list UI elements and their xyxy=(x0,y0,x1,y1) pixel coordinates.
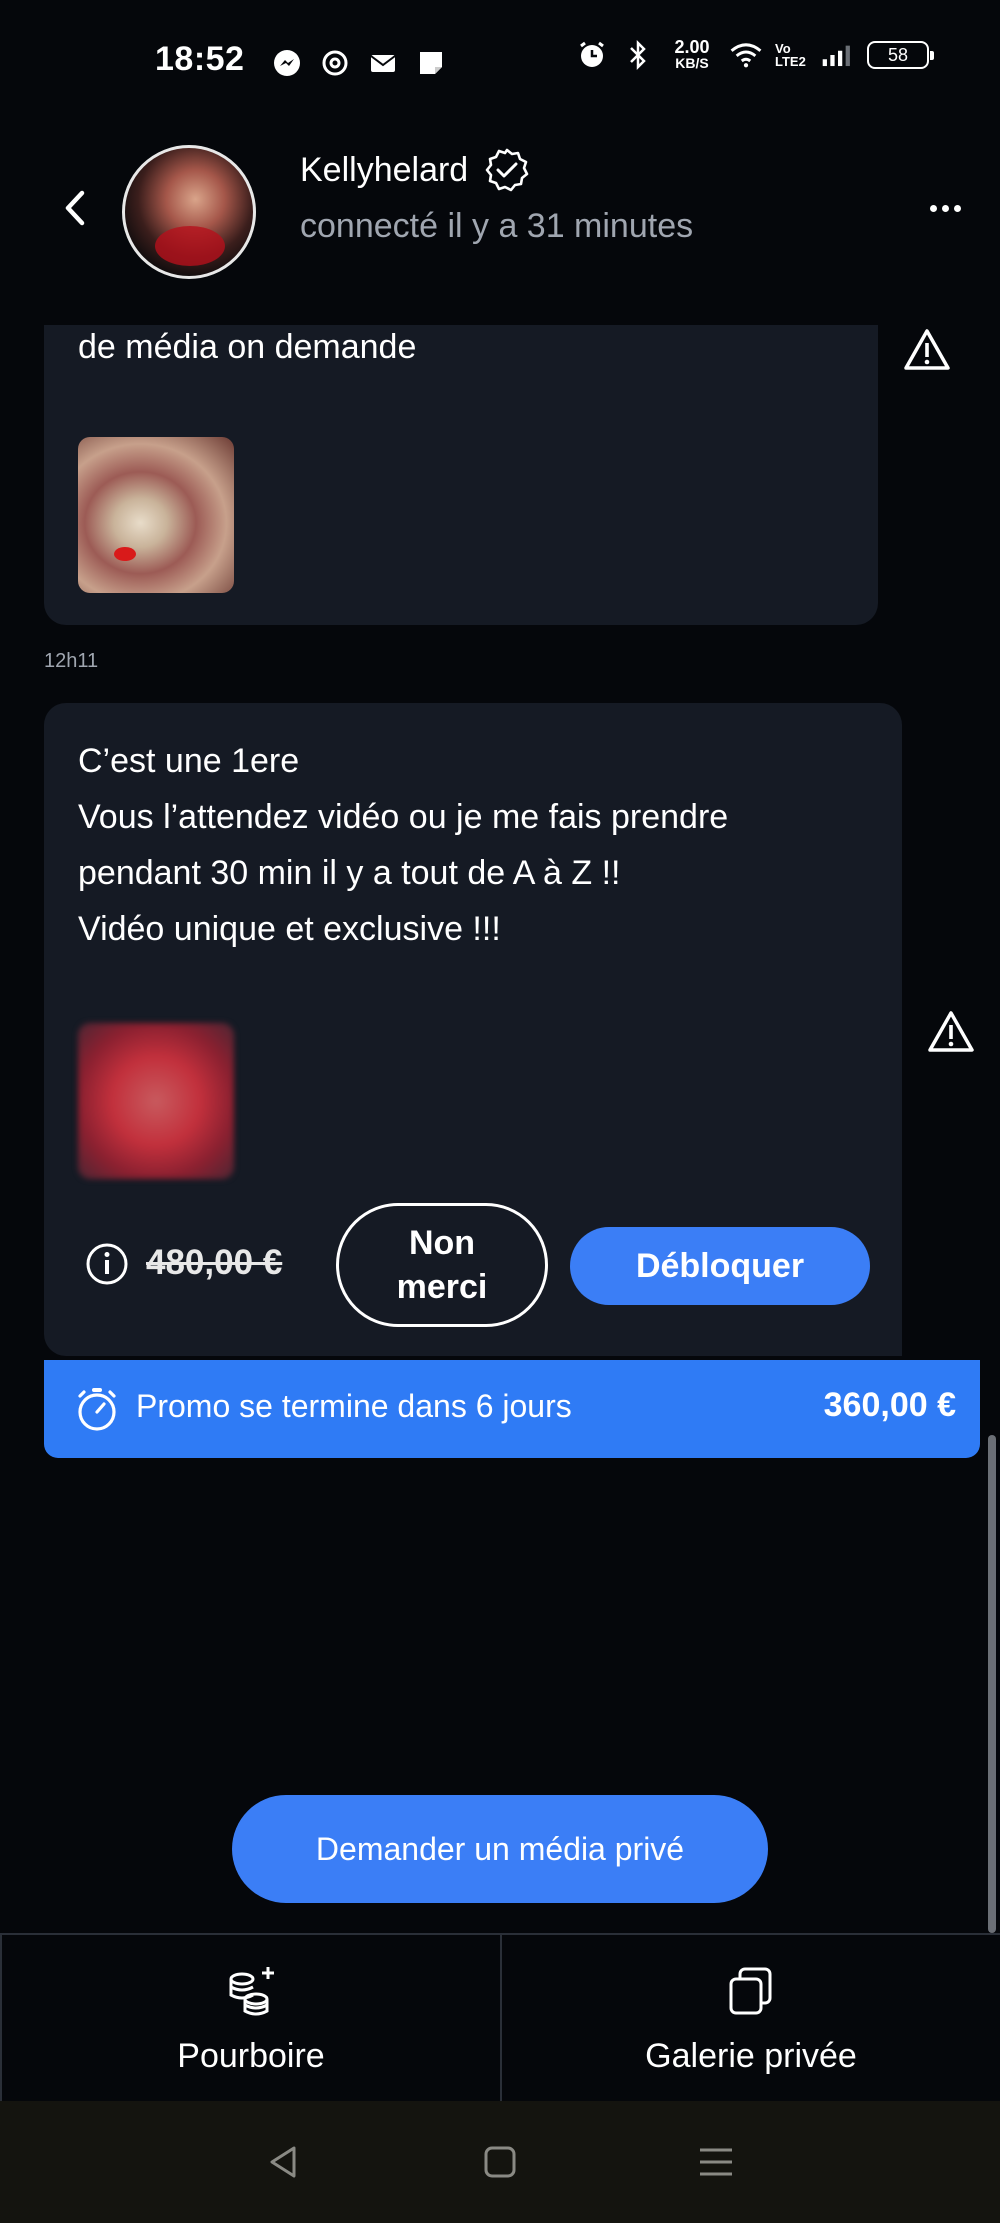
promo-price: 360,00 € xyxy=(823,1386,956,1424)
original-price: 480,00 € xyxy=(146,1243,283,1282)
username-row[interactable]: Kellyhelard xyxy=(300,147,530,193)
message-line: Vous l’attendez vidéo ou je me fais pren… xyxy=(78,798,729,836)
purchase-actions: 480,00 € Non merci Débloquer xyxy=(78,1203,878,1327)
more-dot xyxy=(941,204,949,212)
message-text: C’est une 1ere Vous l’attendez vidéo ou … xyxy=(78,733,878,957)
tab-tip[interactable]: Pourboire xyxy=(0,1935,502,2101)
scrollbar[interactable] xyxy=(988,1435,996,1933)
report-warning-icon[interactable] xyxy=(926,1007,976,1057)
message-line: Vidéo unique et exclusive !!! xyxy=(78,910,501,948)
avatar[interactable] xyxy=(122,145,256,279)
report-warning-icon[interactable] xyxy=(902,325,952,375)
last-seen-status: connecté il y a 31 minutes xyxy=(300,207,694,245)
status-time: 18:52 xyxy=(155,40,245,78)
tab-private-gallery[interactable]: Galerie privée xyxy=(502,1935,1000,2101)
message-text: de média on demande xyxy=(78,328,417,366)
promo-banner: Promo se termine dans 6 jours 360,00 € xyxy=(44,1360,980,1458)
battery-indicator: 58 xyxy=(867,41,934,69)
nav-back-button[interactable] xyxy=(261,2139,307,2185)
square-home-icon xyxy=(484,2146,516,2178)
message-timestamp: 12h11 xyxy=(44,650,99,672)
bottom-tab-bar: Pourboire Galerie privée xyxy=(0,1933,1000,2101)
back-button[interactable] xyxy=(50,183,100,233)
threads-icon xyxy=(318,46,352,80)
decline-button[interactable]: Non merci xyxy=(336,1203,548,1327)
media-thumbnail[interactable] xyxy=(78,437,234,593)
tab-label: Pourboire xyxy=(177,2036,325,2075)
more-options-button[interactable] xyxy=(920,193,970,223)
paid-message-bubble: C’est une 1ere Vous l’attendez vidéo ou … xyxy=(44,703,902,1356)
stopwatch-icon xyxy=(78,1388,116,1431)
note-icon xyxy=(414,46,448,80)
menu-lines-icon xyxy=(700,2148,732,2176)
more-dot xyxy=(953,204,961,212)
more-dot xyxy=(929,204,937,212)
status-bar: 18:52 2.00 KB/S Vo LTE2 58 xyxy=(0,0,1000,125)
messenger-icon xyxy=(270,46,304,80)
notification-icons xyxy=(270,46,448,80)
alarm-icon xyxy=(575,38,609,72)
mail-icon xyxy=(366,46,400,80)
chevron-left-icon xyxy=(65,190,85,226)
verified-badge-icon xyxy=(485,148,529,192)
copy-gallery-icon xyxy=(729,1967,772,2014)
nav-home-button[interactable] xyxy=(477,2139,523,2185)
system-status-icons: 2.00 KB/S Vo LTE2 58 xyxy=(575,37,934,72)
info-icon[interactable] xyxy=(84,1241,130,1287)
message-line: pendant 30 min il y a tout de A à Z !! xyxy=(78,854,621,892)
message-bubble: de média on demande xyxy=(44,325,878,625)
request-private-media-button[interactable]: Demander un média privé xyxy=(232,1795,768,1903)
wifi-icon xyxy=(729,38,763,72)
network-speed: 2.00 KB/S xyxy=(674,37,710,71)
chat-area[interactable]: de média on demande 12h11 C’est une 1ere… xyxy=(0,325,1000,1933)
locked-media-thumbnail[interactable] xyxy=(78,1023,234,1179)
chat-header: Kellyhelard connecté il y a 31 minutes xyxy=(0,125,1000,325)
volte-indicator: Vo LTE2 xyxy=(775,41,806,69)
promo-text: Promo se termine dans 6 jours xyxy=(136,1388,572,1424)
coins-plus-icon xyxy=(229,1966,274,2015)
tab-label: Galerie privée xyxy=(645,2036,857,2075)
message-line: C’est une 1ere xyxy=(78,742,300,780)
triangle-back-icon xyxy=(270,2146,296,2178)
bluetooth-icon xyxy=(621,38,655,72)
system-navigation-bar xyxy=(0,2101,1000,2223)
signal-icon xyxy=(821,38,855,72)
username: Kellyhelard xyxy=(300,150,469,189)
unlock-button[interactable]: Débloquer xyxy=(570,1227,870,1305)
nav-menu-button[interactable] xyxy=(693,2139,739,2185)
